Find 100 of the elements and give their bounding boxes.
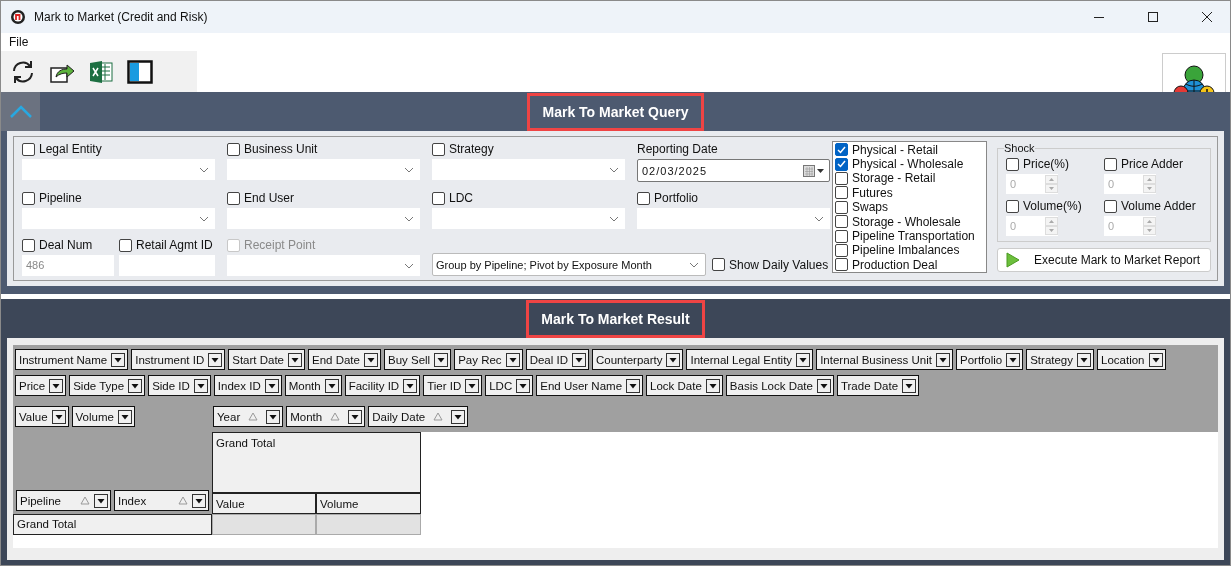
field-button[interactable]: Index ID bbox=[213, 375, 282, 396]
dropdown-field[interactable] bbox=[22, 159, 215, 180]
list-item[interactable]: Physical - Wholesale bbox=[852, 157, 964, 172]
filter-label: LDC bbox=[449, 191, 473, 205]
field-button[interactable]: Month bbox=[286, 406, 366, 427]
field-button[interactable]: Internal Legal Entity bbox=[686, 349, 814, 370]
dropdown-field[interactable] bbox=[227, 159, 420, 180]
checkbox[interactable] bbox=[835, 200, 848, 214]
shock-label: Price(%) bbox=[1023, 157, 1069, 171]
chevron-up-icon bbox=[8, 104, 33, 119]
field-button[interactable]: Strategy bbox=[1026, 349, 1094, 370]
list-item[interactable]: Futures bbox=[852, 185, 893, 200]
field-button[interactable]: Index bbox=[114, 490, 209, 511]
field-button[interactable]: Internal Business Unit bbox=[816, 349, 953, 370]
row-header: Grand Total bbox=[13, 514, 212, 535]
checkbox[interactable] bbox=[22, 191, 35, 205]
column-header: Value bbox=[212, 493, 316, 514]
field-button[interactable]: Instrument ID bbox=[131, 349, 226, 370]
checkbox[interactable] bbox=[835, 258, 848, 272]
close-icon bbox=[1202, 12, 1212, 22]
app-logo-icon bbox=[10, 9, 26, 25]
field-button[interactable]: Side ID bbox=[148, 375, 211, 396]
field-button[interactable]: Basis Lock Date bbox=[725, 375, 834, 396]
field-button[interactable]: Portfolio bbox=[956, 349, 1024, 370]
checkbox[interactable] bbox=[637, 191, 650, 205]
field-button[interactable]: Volume bbox=[71, 406, 135, 427]
checkbox[interactable] bbox=[1104, 199, 1117, 213]
field-button[interactable]: Pay Rec bbox=[454, 349, 523, 370]
field-button[interactable]: Deal ID bbox=[525, 349, 589, 370]
checkbox[interactable] bbox=[835, 229, 848, 243]
checkbox[interactable] bbox=[227, 191, 240, 205]
checkbox[interactable] bbox=[227, 142, 240, 156]
list-item[interactable]: Storage - Wholesale bbox=[852, 214, 961, 229]
dropdown-field[interactable] bbox=[22, 208, 215, 229]
checkbox[interactable] bbox=[835, 215, 848, 229]
checkbox[interactable] bbox=[22, 142, 35, 156]
shock-label: Price Adder bbox=[1121, 157, 1184, 171]
dropdown-field[interactable] bbox=[227, 255, 420, 276]
dropdown-field[interactable] bbox=[432, 208, 625, 229]
field-button[interactable]: Daily Date bbox=[368, 406, 469, 427]
checkbox[interactable] bbox=[1104, 157, 1117, 171]
chevron-down-icon bbox=[609, 215, 619, 222]
execute-button[interactable]: Execute Mark to Market Report bbox=[997, 248, 1211, 272]
chevron-down-icon bbox=[609, 166, 619, 173]
list-item[interactable]: Swaps bbox=[852, 200, 889, 215]
dropdown-field[interactable] bbox=[227, 208, 420, 229]
checkbox[interactable] bbox=[1006, 157, 1019, 171]
window-title: Mark to Market (Credit and Risk) bbox=[34, 10, 209, 24]
field-button[interactable]: Counterparty bbox=[592, 349, 684, 370]
filter-label: Pipeline bbox=[39, 191, 82, 205]
field-button[interactable]: LDC bbox=[485, 375, 534, 396]
list-item[interactable]: Production Deal bbox=[852, 257, 938, 272]
field-button[interactable]: Instrument Name bbox=[15, 349, 129, 370]
field-button[interactable]: Trade Date bbox=[836, 375, 920, 396]
field-button[interactable]: Location bbox=[1097, 349, 1166, 370]
list-item[interactable]: Physical - Retail bbox=[852, 142, 939, 157]
checkbox[interactable] bbox=[835, 143, 848, 157]
date-field[interactable]: 02/03/2025 bbox=[637, 159, 830, 182]
list-item[interactable]: Pipeline Transportation bbox=[852, 229, 975, 244]
dropdown-field[interactable] bbox=[637, 208, 830, 229]
field-button[interactable]: Month bbox=[284, 375, 342, 396]
maximize-icon bbox=[1148, 12, 1158, 22]
shock-label: Volume(%) bbox=[1023, 199, 1082, 213]
layout-button[interactable] bbox=[126, 58, 153, 85]
field-button[interactable]: End User Name bbox=[536, 375, 644, 396]
field-button[interactable]: Side Type bbox=[69, 375, 146, 396]
spreadsheet-button[interactable] bbox=[87, 58, 114, 85]
dropdown-field[interactable] bbox=[432, 159, 625, 180]
checkbox[interactable] bbox=[835, 186, 848, 200]
menu-item[interactable]: File bbox=[9, 35, 29, 49]
field-button[interactable]: Year bbox=[213, 406, 284, 427]
checkbox[interactable] bbox=[432, 191, 445, 205]
field-button[interactable]: Buy Sell bbox=[383, 349, 452, 370]
field-button[interactable]: Tier ID bbox=[423, 375, 483, 396]
checkbox[interactable] bbox=[835, 243, 848, 257]
text-field[interactable]: 486 bbox=[22, 255, 114, 276]
field-button[interactable]: Lock Date bbox=[646, 375, 723, 396]
field-button[interactable]: Facility ID bbox=[344, 375, 421, 396]
field-button[interactable]: Value bbox=[15, 406, 69, 427]
field-button[interactable]: End Date bbox=[308, 349, 381, 370]
checkbox[interactable] bbox=[22, 238, 35, 252]
field-button[interactable]: Pipeline bbox=[16, 490, 111, 511]
list-item[interactable]: Storage - Retail bbox=[852, 171, 936, 186]
list-item[interactable]: Pipeline Imbalances bbox=[852, 243, 960, 258]
chevron-down-icon bbox=[814, 215, 824, 222]
calendar-icon[interactable] bbox=[803, 164, 825, 177]
checkbox[interactable] bbox=[432, 142, 445, 156]
checkbox[interactable] bbox=[712, 258, 725, 271]
checkbox[interactable] bbox=[835, 171, 848, 185]
checkbox[interactable] bbox=[1006, 199, 1019, 213]
checkbox[interactable] bbox=[119, 238, 132, 252]
group-title: Shock bbox=[1004, 142, 1035, 154]
filter-label: Receipt Point bbox=[244, 238, 316, 252]
filter-label: End User bbox=[244, 191, 295, 205]
column-header: Volume bbox=[316, 493, 421, 514]
field-button[interactable]: Start Date bbox=[228, 349, 305, 370]
grouping-dropdown[interactable]: Group by Pipeline; Pivot by Exposure Month bbox=[432, 253, 706, 276]
chevron-down-icon bbox=[404, 215, 414, 222]
checkbox[interactable] bbox=[835, 157, 848, 171]
field-button[interactable]: Price bbox=[15, 375, 67, 396]
